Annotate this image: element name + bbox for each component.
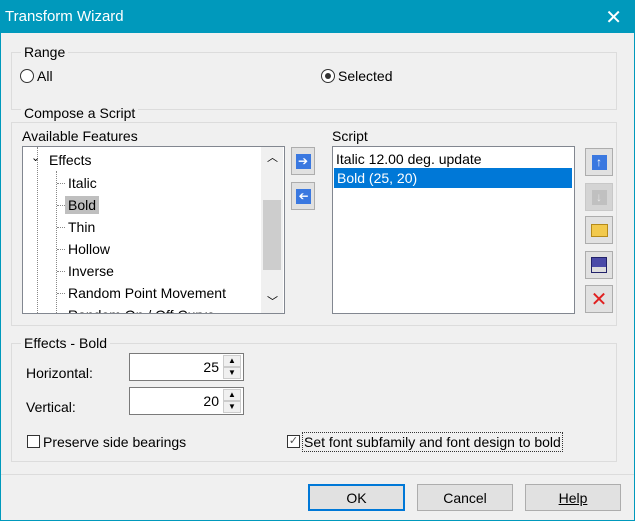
arrow-up-icon: ↑ — [591, 154, 607, 170]
scroll-up-icon[interactable]: ︿ — [267, 149, 278, 165]
available-features-label: Available Features — [22, 128, 138, 144]
script-label: Script — [332, 128, 368, 144]
scroll-thumb[interactable] — [263, 200, 281, 270]
radio-all-circle[interactable] — [20, 69, 34, 83]
tree-item-effects[interactable]: Effects — [49, 152, 92, 168]
spin-down-icon[interactable]: ▼ — [223, 401, 241, 413]
move-down-button[interactable]: ↓ — [585, 183, 613, 211]
transform-wizard-dialog: Transform Wizard ✕ Range All Selected Co… — [0, 0, 635, 521]
cancel-button[interactable]: Cancel — [417, 484, 513, 511]
vertical-value[interactable]: 20 — [203, 393, 219, 409]
arrow-left-icon: ➔ — [295, 188, 311, 204]
script-item[interactable]: Italic 12.00 deg. update — [336, 151, 482, 167]
help-button[interactable]: Help — [525, 484, 621, 511]
tree-line — [57, 227, 65, 228]
tree-item[interactable]: Bold — [65, 196, 100, 214]
set-subfamily-label[interactable]: Set font subfamily and font design to bo… — [302, 432, 563, 452]
tree-item[interactable]: Hollow — [65, 240, 113, 258]
delete-icon: ✕ — [590, 288, 608, 311]
arrow-right-icon: ➔ — [295, 153, 311, 169]
set-subfamily-checkbox[interactable]: ✓ — [287, 435, 300, 448]
radio-selected-circle[interactable] — [321, 69, 335, 83]
tree-line — [37, 147, 38, 313]
move-up-button[interactable]: ↑ — [585, 148, 613, 176]
folder-open-icon — [590, 223, 608, 237]
tree-line — [56, 171, 57, 313]
spin-up-icon[interactable]: ▲ — [223, 389, 241, 401]
tree-item[interactable]: Random Point Movement — [65, 284, 229, 302]
tree-item[interactable]: Italic — [65, 174, 100, 192]
tree-item[interactable]: Thin — [65, 218, 98, 236]
tree-line — [57, 205, 65, 206]
preserve-side-bearings-label[interactable]: Preserve side bearings — [43, 434, 186, 450]
spin-up-icon[interactable]: ▲ — [223, 355, 241, 367]
radio-selected[interactable]: Selected — [321, 68, 392, 84]
title-bar: Transform Wizard ✕ — [1, 1, 634, 33]
tree-line — [57, 293, 65, 294]
close-icon[interactable]: ✕ — [605, 5, 622, 30]
scroll-down-icon[interactable]: ﹀ — [267, 293, 278, 309]
compose-label: Compose a Script — [21, 105, 139, 121]
tree-line — [57, 183, 65, 184]
range-group — [11, 52, 617, 110]
radio-all-label: All — [37, 68, 53, 84]
script-list[interactable]: Italic 12.00 deg. update Bold (25, 20) — [332, 146, 575, 314]
horizontal-spinner[interactable]: 25 ▲ ▼ — [129, 353, 244, 381]
window-title: Transform Wizard — [5, 8, 124, 25]
tree-line — [57, 249, 65, 250]
vertical-label: Vertical: — [26, 399, 76, 415]
preserve-side-bearings-checkbox[interactable] — [27, 435, 40, 448]
script-item-label: Bold (25, 20) — [337, 170, 418, 186]
horizontal-value[interactable]: 25 — [203, 359, 219, 375]
range-label: Range — [21, 44, 69, 60]
horizontal-label: Horizontal: — [26, 365, 93, 381]
tree-line — [57, 271, 65, 272]
ok-button[interactable]: OK — [308, 484, 405, 511]
tree-scrollbar[interactable]: ︿ ﹀ — [261, 147, 283, 313]
tree-item[interactable]: Random On / Off Curve — [65, 306, 218, 313]
save-icon — [591, 257, 607, 273]
effects-label: Effects - Bold — [21, 335, 111, 351]
open-script-button[interactable] — [585, 216, 613, 244]
script-item-selected[interactable]: Bold (25, 20) — [334, 168, 572, 188]
features-tree[interactable]: ⌄ Effects Italic Bold Thin Hollow Inverse Ran… — [22, 146, 285, 314]
add-feature-button[interactable]: ➔ — [291, 147, 315, 175]
chevron-down-icon[interactable]: ⌄ — [31, 151, 40, 164]
save-script-button[interactable] — [585, 251, 613, 279]
remove-feature-button[interactable]: ➔ — [291, 182, 315, 210]
arrow-down-icon: ↓ — [591, 189, 607, 205]
radio-selected-label: Selected — [338, 68, 393, 84]
radio-all[interactable]: All — [20, 68, 53, 84]
separator — [1, 474, 634, 475]
vertical-spinner[interactable]: 20 ▲ ▼ — [129, 387, 244, 415]
delete-script-button[interactable]: ✕ — [585, 285, 613, 313]
spin-down-icon[interactable]: ▼ — [223, 367, 241, 379]
tree-item[interactable]: Inverse — [65, 262, 117, 280]
